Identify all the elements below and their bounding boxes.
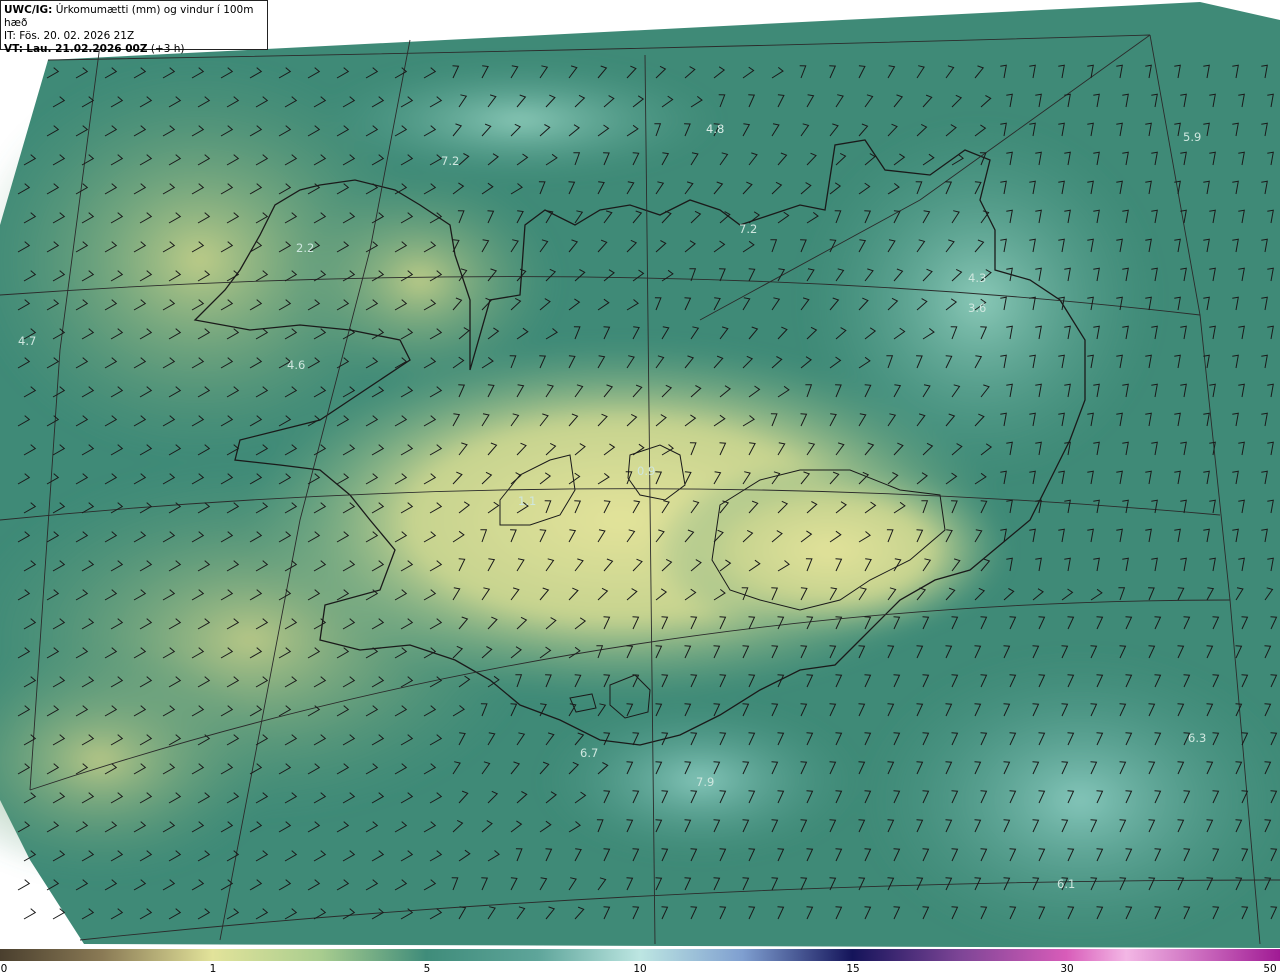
colorbar-tick: 15 [846, 963, 860, 975]
value-label: 3.6 [968, 301, 987, 315]
colorbar-tick: 5 [423, 963, 431, 975]
value-label: 6.3 [1188, 731, 1207, 745]
value-label: 6.1 [1057, 877, 1076, 891]
colorbar-tick: 10 [633, 963, 647, 975]
value-label: 7.9 [696, 775, 715, 789]
value-label: 7.2 [739, 222, 758, 236]
forecast-map [0, 0, 1280, 978]
colorbar-tick: 50 [1263, 963, 1277, 975]
value-label: 1.1 [518, 494, 537, 508]
colorbar-tick: 30 [1060, 963, 1074, 975]
model-name: UWC/IG: [4, 4, 53, 16]
value-label: 4.6 [287, 358, 306, 372]
value-label: 4.8 [706, 122, 725, 136]
lead-time: (+3 h) [150, 43, 185, 55]
valid-time: Lau. 21.02.2026 00Z [26, 43, 148, 55]
valid-label: VT: [4, 43, 23, 55]
value-label: 0.9 [637, 464, 656, 478]
value-label: 4.3 [968, 271, 987, 285]
value-label: 2.2 [296, 241, 315, 255]
colorbar-tick: 0 [0, 963, 8, 975]
value-label: 6.7 [580, 746, 599, 760]
value-label: 5.9 [1183, 130, 1202, 144]
value-label: 4.7 [18, 334, 37, 348]
value-label: 7.2 [441, 154, 460, 168]
init-time: IT: Fös. 20. 02. 2026 21Z [4, 30, 135, 42]
forecast-info-box: UWC/IG: Úrkomumætti (mm) og vindur í 100… [0, 0, 268, 55]
colorbar-tick: 1 [209, 963, 217, 975]
